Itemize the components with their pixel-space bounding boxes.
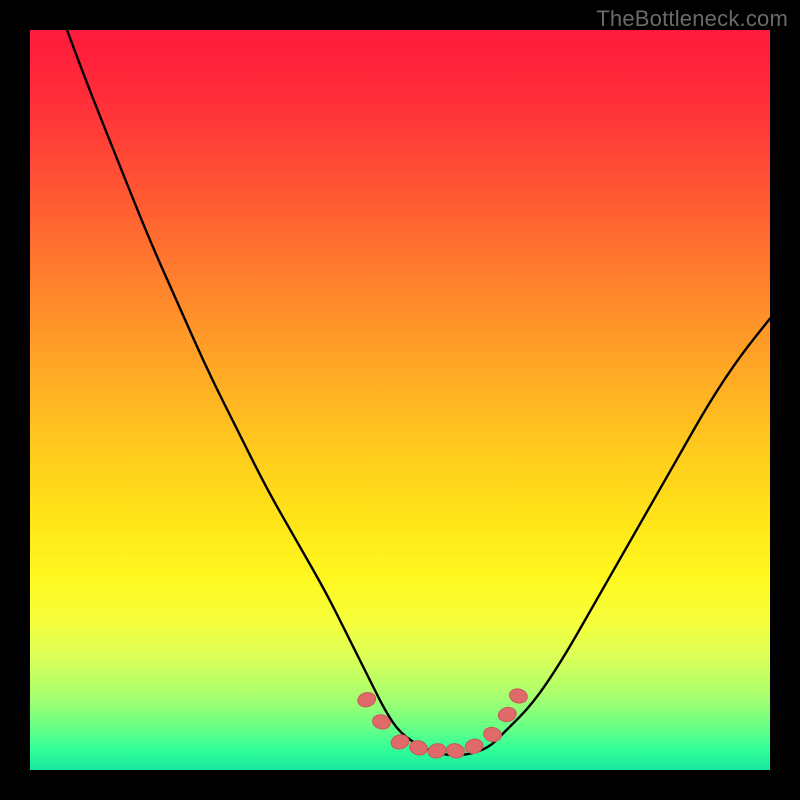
marker-point <box>390 733 411 751</box>
plot-area <box>30 30 770 770</box>
marker-point <box>427 742 448 760</box>
marker-point <box>508 687 529 705</box>
marker-point <box>356 691 377 709</box>
watermark-text: TheBottleneck.com <box>596 6 788 32</box>
marker-point <box>445 742 466 760</box>
marker-point <box>482 726 503 744</box>
bottom-markers <box>356 687 529 760</box>
marker-point <box>464 737 485 755</box>
plot-svg <box>30 30 770 770</box>
chart-frame: TheBottleneck.com <box>0 0 800 800</box>
bottleneck-curve <box>67 30 770 755</box>
